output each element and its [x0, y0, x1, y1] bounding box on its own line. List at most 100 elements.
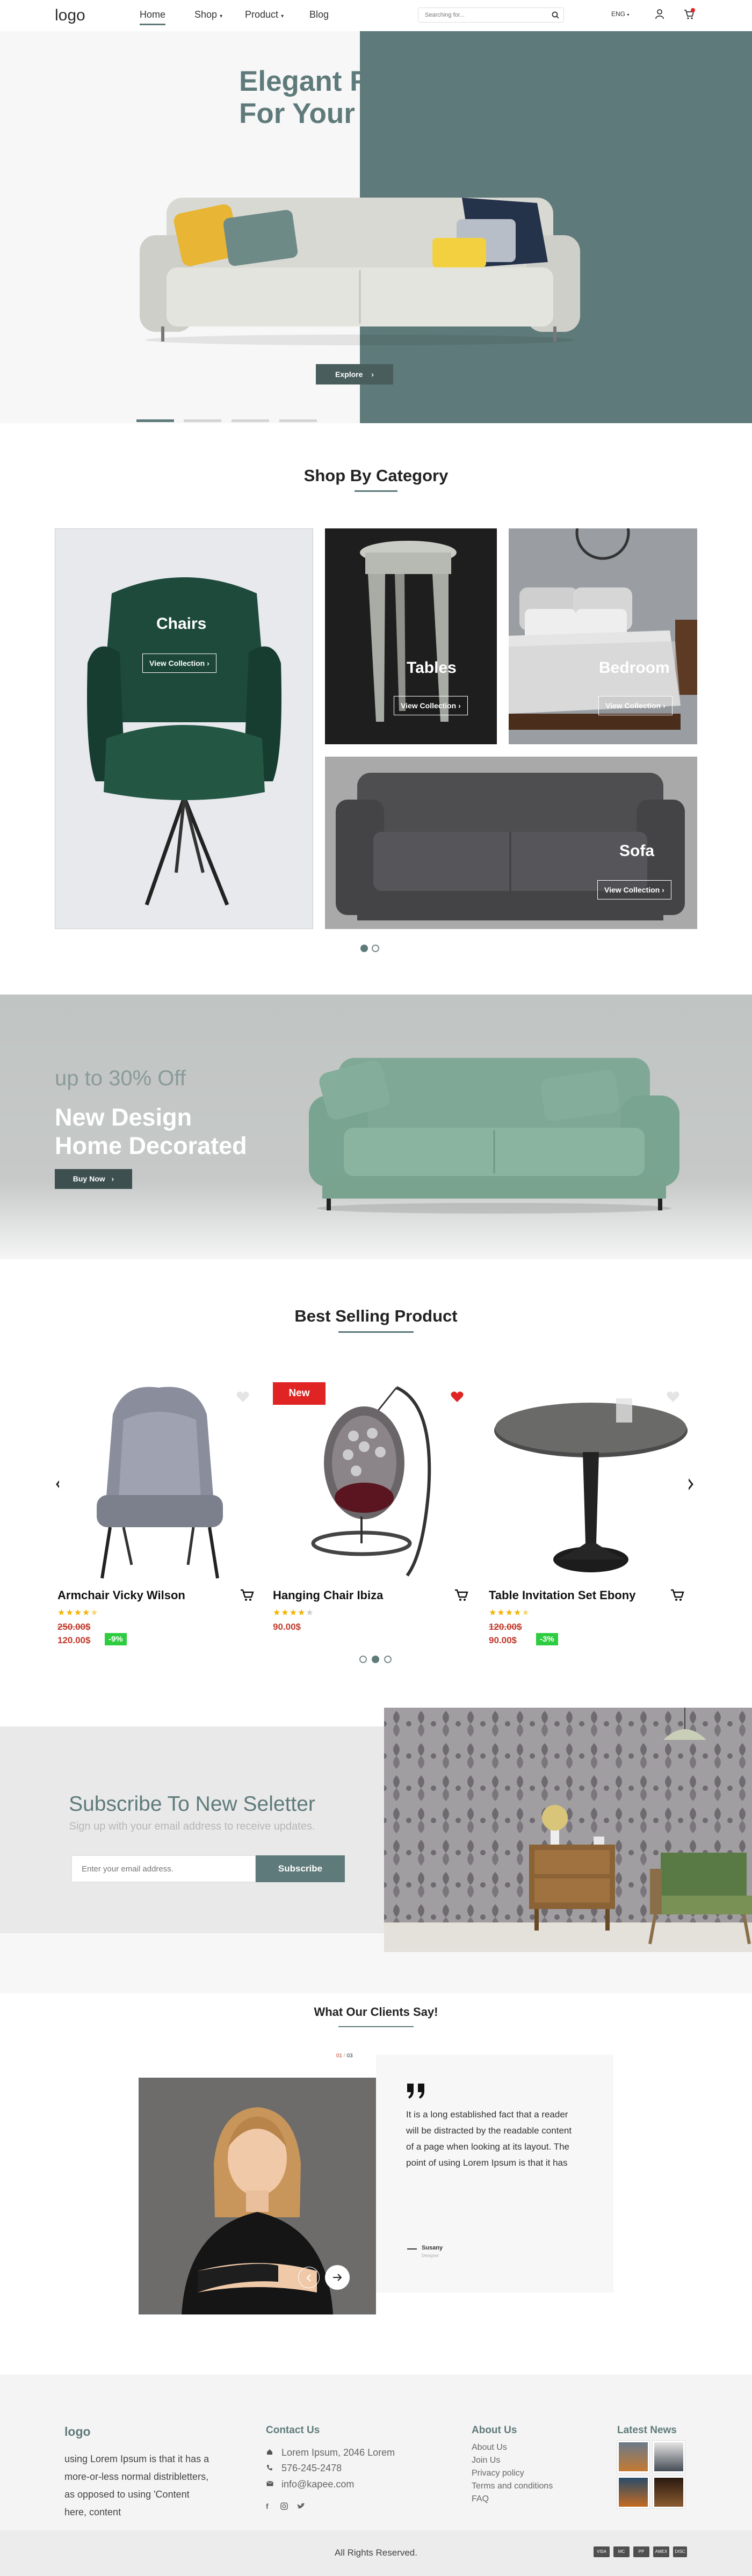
footer-email[interactable]: info@kapee.com: [281, 2479, 354, 2490]
product-discount-badge: -3%: [536, 1633, 558, 1645]
twitter-icon[interactable]: [297, 2503, 305, 2509]
arrow-right-icon: [333, 2274, 342, 2281]
footer-about-title: About Us: [472, 2425, 517, 2436]
news-thumbnail[interactable]: [617, 2476, 649, 2508]
phone-icon: [267, 2465, 272, 2471]
category-name: Bedroom: [599, 659, 670, 677]
hero-slide-indicator-3[interactable]: [232, 419, 269, 422]
product-rating: ★★★★★: [489, 1608, 530, 1617]
product-slider-dot-1[interactable]: [359, 1656, 367, 1663]
promo-title: New Design Home Decorated: [55, 1103, 247, 1160]
add-to-cart-icon[interactable]: [670, 1588, 684, 1601]
hero-slide-indicator-2[interactable]: [184, 419, 221, 422]
view-collection-label: View Collection: [149, 659, 205, 667]
nav-blog[interactable]: Blog: [309, 9, 329, 20]
nav-home[interactable]: Home: [140, 9, 166, 25]
language-label: ENG: [611, 10, 626, 18]
nav-product[interactable]: Product ▾: [245, 9, 284, 20]
new-badge: New: [273, 1382, 326, 1405]
footer-link-about-us[interactable]: About Us: [472, 2443, 507, 2452]
promo-title-line2: Home Decorated: [55, 1132, 247, 1159]
product-name[interactable]: Hanging Chair Ibiza: [273, 1588, 383, 1602]
promo-title-line1: New Design: [55, 1104, 192, 1131]
category-slider-dot-2[interactable]: [372, 945, 379, 952]
wishlist-heart-icon[interactable]: [450, 1390, 464, 1403]
hero-slide-indicator-1[interactable]: [136, 419, 174, 422]
product-discount-badge: -9%: [105, 1633, 127, 1645]
wishlist-heart-icon[interactable]: [236, 1390, 250, 1403]
email-input[interactable]: [71, 1855, 256, 1882]
product-card[interactable]: [59, 1382, 259, 1584]
visa-icon: VISA: [594, 2546, 610, 2557]
mail-icon: [266, 2481, 273, 2486]
product-rating: ★★★★★: [57, 1608, 99, 1617]
subscribe-button[interactable]: Subscribe: [256, 1855, 345, 1882]
footer-link-join-us[interactable]: Join Us: [472, 2456, 500, 2465]
category-name: Chairs: [156, 615, 207, 633]
product-old-price: 250.00$: [57, 1622, 91, 1632]
language-select[interactable]: ENG ▾: [611, 10, 629, 18]
footer-logo[interactable]: logo: [64, 2425, 91, 2439]
product-old-price: 120.00$: [489, 1622, 522, 1632]
cart-icon[interactable]: [683, 8, 695, 20]
facebook-icon[interactable]: f: [266, 2502, 269, 2510]
hero-slide-indicator-4[interactable]: [279, 419, 317, 422]
product-price: 90.00$: [273, 1622, 301, 1632]
wishlist-heart-icon[interactable]: [666, 1390, 680, 1403]
category-card-tables[interactable]: Tables View Collection ›: [325, 528, 497, 744]
product-slider-dot-2[interactable]: [372, 1656, 379, 1663]
cart-count-dot: [691, 8, 695, 12]
explore-button[interactable]: Explore ›: [316, 364, 393, 384]
category-title-rule: [355, 490, 397, 492]
category-card-sofa[interactable]: Sofa View Collection ›: [325, 757, 697, 929]
chevron-down-icon: ▾: [627, 12, 630, 17]
category-card-chairs[interactable]: Chairs View Collection ›: [55, 528, 313, 929]
category-name: Sofa: [619, 842, 655, 860]
news-thumbnail[interactable]: [617, 2441, 649, 2473]
amex-icon: AMEX: [653, 2546, 669, 2557]
chevron-down-icon: ▾: [220, 13, 223, 19]
subscribe-subtitle: Sign up with your email address to recei…: [69, 1820, 315, 1832]
instagram-icon[interactable]: [280, 2502, 288, 2510]
category-slider-dot-1[interactable]: [360, 945, 368, 952]
quote-icon: [407, 2084, 424, 2099]
news-thumbnail[interactable]: [653, 2441, 685, 2473]
product-name[interactable]: Armchair Vicky Wilson: [57, 1588, 185, 1602]
subscribe-room-image: [384, 1708, 752, 1952]
buy-now-button[interactable]: Buy Now ›: [55, 1169, 132, 1189]
site-header: logo Home Shop ▾ Product ▾ Blog ENG ▾: [0, 0, 752, 31]
search-input[interactable]: [418, 8, 564, 23]
footer-link-faq[interactable]: FAQ: [472, 2494, 489, 2504]
user-icon[interactable]: [655, 9, 664, 19]
chevron-right-icon: ›: [663, 701, 666, 710]
footer-phone[interactable]: 576-245-2478: [281, 2463, 342, 2474]
news-thumbnail[interactable]: [653, 2476, 685, 2508]
view-collection-button[interactable]: View Collection ›: [394, 696, 468, 715]
testimonial-next-button[interactable]: [325, 2265, 350, 2290]
hero-sofa-image: [140, 198, 580, 345]
product-price: 90.00$: [489, 1635, 517, 1645]
view-collection-button[interactable]: View Collection ›: [598, 696, 673, 715]
testimonial-author: Susany: [422, 2245, 443, 2251]
search-icon[interactable]: [552, 11, 559, 19]
testimonial-counter-current: 01: [336, 2053, 343, 2059]
product-slider-dot-3[interactable]: [384, 1656, 392, 1663]
category-card-bedroom[interactable]: Bedroom View Collection ›: [509, 528, 697, 744]
testimonial-counter-sep: /: [343, 2053, 345, 2059]
view-collection-button[interactable]: View Collection ›: [597, 880, 671, 899]
add-to-cart-icon[interactable]: [454, 1588, 468, 1601]
footer-link-privacy-policy[interactable]: Privacy policy: [472, 2469, 524, 2478]
footer-link-terms[interactable]: Terms and conditions: [472, 2481, 553, 2491]
category-name: Tables: [407, 659, 457, 677]
testimonial-title: What Our Clients Say!: [314, 2005, 438, 2019]
add-to-cart-icon[interactable]: [240, 1588, 254, 1601]
site-logo[interactable]: logo: [55, 6, 85, 25]
product-card[interactable]: [489, 1382, 689, 1584]
product-card[interactable]: New: [273, 1382, 473, 1584]
testimonial-quote: It is a long established fact that a rea…: [406, 2109, 572, 2168]
view-collection-button[interactable]: View Collection ›: [142, 654, 216, 673]
testimonial-prev-button[interactable]: [298, 2267, 320, 2288]
footer-contact-title: Contact Us: [266, 2425, 320, 2436]
nav-shop[interactable]: Shop ▾: [194, 9, 222, 20]
product-name[interactable]: Table Invitation Set Ebony: [489, 1588, 635, 1602]
